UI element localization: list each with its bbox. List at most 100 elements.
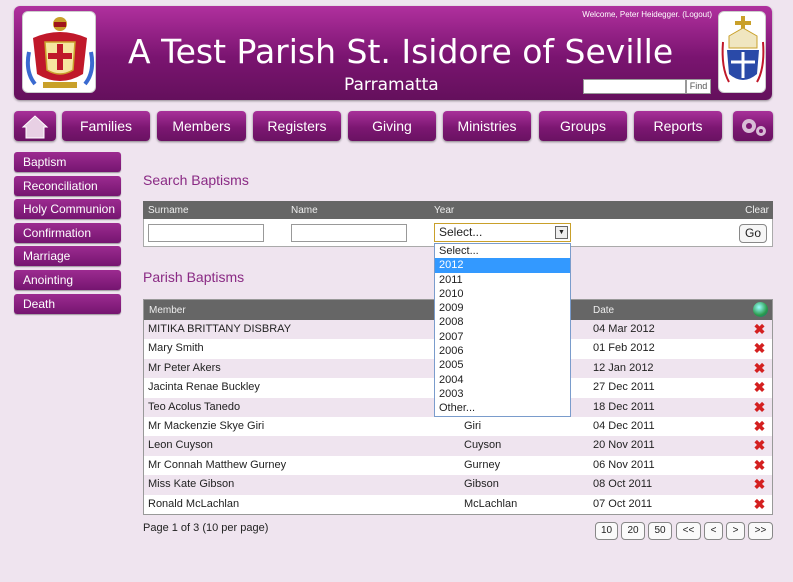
year-option[interactable]: Select... (435, 244, 570, 258)
year-option[interactable]: 2011 (435, 273, 570, 287)
table-row[interactable]: Ronald McLachlan McLachlan 07 Oct 2011 ✖ (144, 494, 772, 514)
clear-link[interactable]: Clear (745, 205, 769, 216)
nav-giving[interactable]: Giving (348, 111, 436, 141)
sidebar-item-confirmation[interactable]: Confirmation (14, 222, 121, 243)
year-option[interactable]: 2003 (435, 387, 570, 401)
sidebar-item-holy-communion[interactable]: Holy Communion (14, 199, 121, 220)
date-cell: 08 Oct 2011 (593, 478, 653, 491)
member-column-header: Member (149, 305, 186, 316)
main-nav: Families Members Registers Giving Minist… (0, 111, 793, 141)
prev-page-button[interactable]: < (704, 522, 723, 540)
delete-icon[interactable]: ✖ (753, 361, 766, 375)
delete-icon[interactable]: ✖ (753, 497, 766, 511)
member-cell: Teo Acolus Tanedo (148, 400, 241, 413)
pagination-summary: Page 1 of 3 (10 per page) (143, 522, 269, 534)
add-record-globe-icon[interactable] (753, 302, 768, 317)
register-sidebar: Baptism Reconciliation Holy Communion Co… (14, 152, 121, 317)
date-cell: 18 Dec 2011 (593, 400, 655, 413)
year-option[interactable]: 2007 (435, 330, 570, 344)
logout-link[interactable]: (Logout) (682, 10, 712, 19)
date-cell: 06 Nov 2011 (593, 458, 655, 471)
member-cell: Mr Connah Matthew Gurney (148, 458, 287, 471)
surname-cell: Gurney (464, 458, 501, 471)
member-cell: Mary Smith (148, 342, 204, 355)
surname-input[interactable] (148, 224, 264, 242)
year-option[interactable]: 2006 (435, 344, 570, 358)
home-icon[interactable] (14, 111, 56, 141)
settings-gear-icon[interactable] (733, 111, 773, 141)
next-page-button[interactable]: > (726, 522, 745, 540)
date-cell: 12 Jan 2012 (593, 361, 654, 374)
table-row[interactable]: Miss Kate Gibson Gibson 08 Oct 2011 ✖ (144, 475, 772, 495)
year-label: Year (434, 205, 455, 216)
year-option[interactable]: 2008 (435, 315, 570, 329)
member-cell: Ronald McLachlan (148, 497, 240, 510)
header-search-input[interactable] (583, 79, 686, 94)
nav-ministries[interactable]: Ministries (443, 111, 531, 141)
date-cell: 07 Oct 2011 (593, 497, 653, 510)
surname-cell: McLachlan (464, 497, 518, 510)
welcome-text: Welcome, Peter Heidegger. (582, 10, 680, 19)
year-option[interactable]: 2005 (435, 358, 570, 372)
parish-location: Parramatta (344, 75, 439, 95)
sidebar-item-marriage[interactable]: Marriage (14, 246, 121, 267)
page-size-20-button[interactable]: 20 (621, 522, 645, 540)
name-label: Name (291, 205, 318, 216)
welcome-message: Welcome, Peter Heidegger. (Logout) (582, 10, 712, 19)
table-row[interactable]: Mr Connah Matthew Gurney Gurney 06 Nov 2… (144, 455, 772, 476)
surname-cell: Gibson (464, 478, 499, 491)
year-select[interactable]: Select... ▼ (434, 223, 571, 242)
date-cell: 04 Dec 2011 (593, 419, 655, 432)
date-cell: 01 Feb 2012 (593, 342, 655, 355)
date-cell: 20 Nov 2011 (593, 439, 655, 452)
site-header: Welcome, Peter Heidegger. (Logout) A Tes… (14, 6, 772, 100)
year-selected-value: Select... (439, 225, 483, 239)
find-button[interactable]: Find (686, 79, 711, 94)
first-page-button[interactable]: << (676, 522, 701, 540)
nav-families[interactable]: Families (62, 111, 150, 141)
member-cell: Jacinta Renae Buckley (148, 381, 260, 394)
table-row[interactable]: Mr Mackenzie Skye Giri Giri 04 Dec 2011 … (144, 416, 772, 437)
delete-icon[interactable]: ✖ (753, 438, 766, 452)
chevron-down-icon[interactable]: ▼ (555, 226, 568, 239)
nav-groups[interactable]: Groups (539, 111, 627, 141)
surname-label: Surname (148, 205, 189, 216)
page-size-50-button[interactable]: 50 (648, 522, 672, 540)
date-column-header: Date (593, 305, 615, 316)
sidebar-item-death[interactable]: Death (14, 293, 121, 314)
delete-icon[interactable]: ✖ (753, 458, 766, 472)
parish-crest-logo (22, 11, 96, 93)
delete-icon[interactable]: ✖ (753, 380, 766, 394)
year-option-highlighted[interactable]: 2012 (435, 258, 570, 273)
member-cell: Mr Peter Akers (148, 361, 221, 374)
sidebar-item-baptism[interactable]: Baptism (14, 152, 121, 172)
surname-cell: Giri (464, 419, 482, 432)
member-cell: Leon Cuyson (148, 439, 213, 452)
date-cell: 27 Dec 2011 (593, 381, 655, 394)
sidebar-item-anointing[interactable]: Anointing (14, 269, 121, 290)
delete-icon[interactable]: ✖ (753, 477, 766, 491)
results-section-title: Parish Baptisms (143, 269, 245, 285)
year-option[interactable]: Other... (435, 401, 570, 415)
delete-icon[interactable]: ✖ (753, 341, 766, 355)
member-cell: Miss Kate Gibson (148, 478, 235, 491)
year-option[interactable]: 2010 (435, 287, 570, 301)
nav-members[interactable]: Members (157, 111, 246, 141)
diocese-crest-logo (718, 11, 766, 93)
name-input[interactable] (291, 224, 407, 242)
last-page-button[interactable]: >> (748, 522, 773, 540)
year-option[interactable]: 2009 (435, 301, 570, 315)
nav-registers[interactable]: Registers (253, 111, 341, 141)
delete-icon[interactable]: ✖ (753, 322, 766, 336)
go-button[interactable]: Go (739, 224, 767, 243)
date-cell: 04 Mar 2012 (593, 323, 655, 335)
year-dropdown-list: Select... 2012 2011 2010 2009 2008 2007 … (434, 243, 571, 417)
year-option[interactable]: 2004 (435, 373, 570, 387)
page-size-10-button[interactable]: 10 (595, 522, 618, 540)
delete-icon[interactable]: ✖ (753, 400, 766, 414)
nav-reports[interactable]: Reports (634, 111, 722, 141)
table-row[interactable]: Leon Cuyson Cuyson 20 Nov 2011 ✖ (144, 436, 772, 456)
delete-icon[interactable]: ✖ (753, 419, 766, 433)
sidebar-item-reconciliation[interactable]: Reconciliation (14, 175, 121, 196)
page-title: A Test Parish St. Isidore of Seville (128, 32, 674, 71)
